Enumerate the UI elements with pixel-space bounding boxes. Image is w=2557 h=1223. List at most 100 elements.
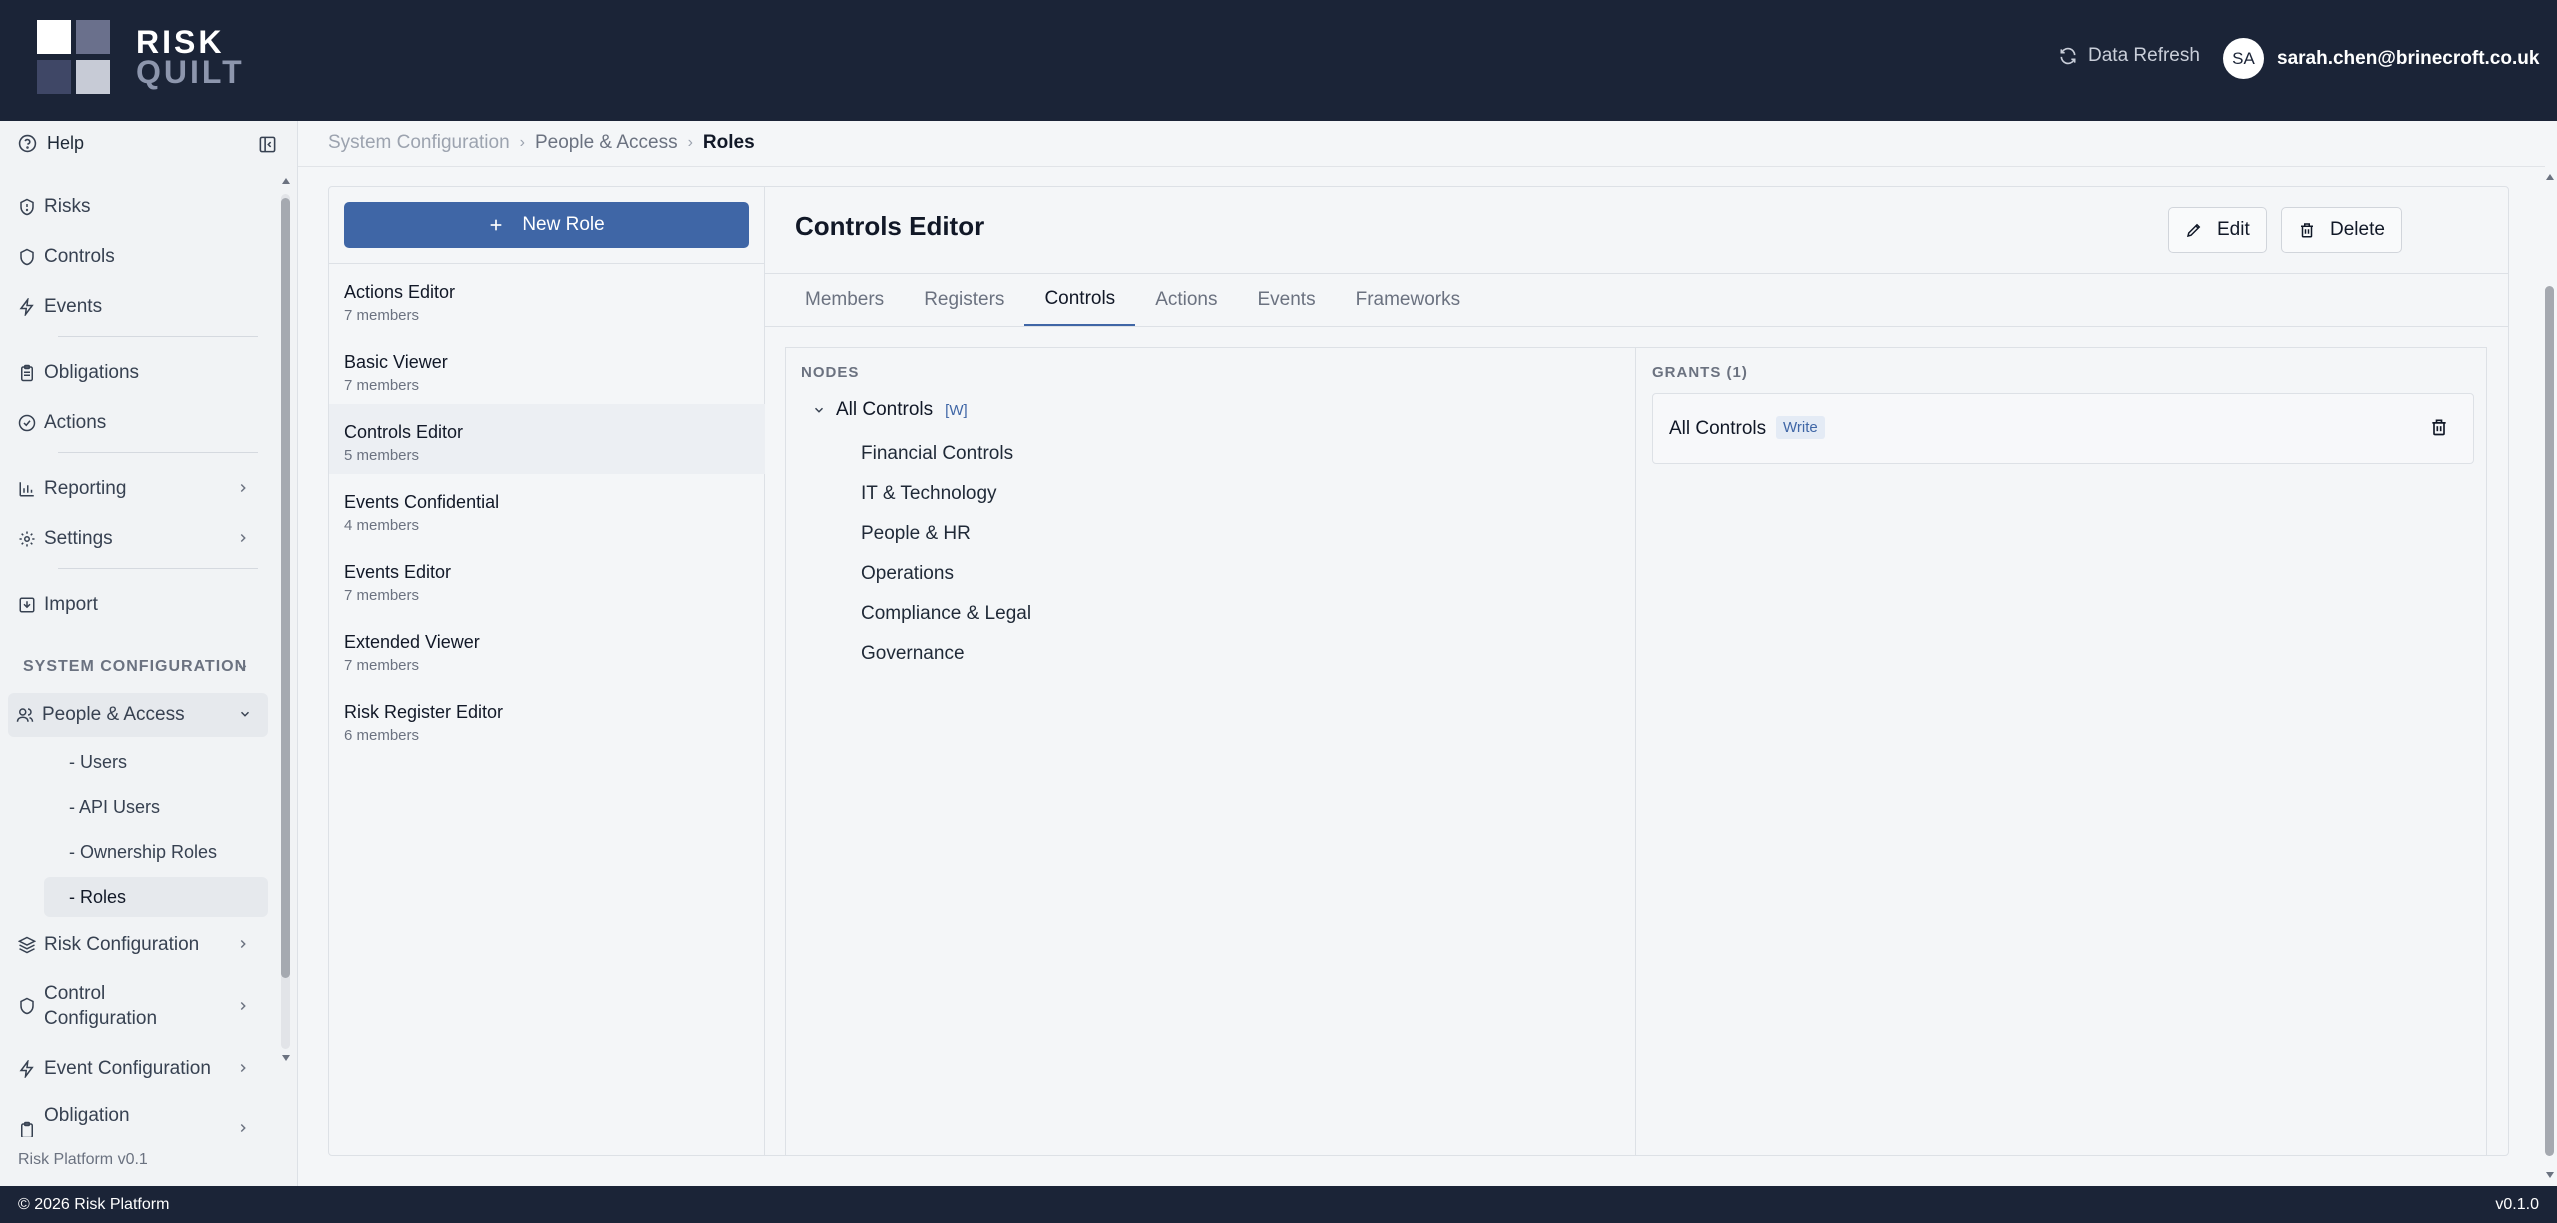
sidebar-item-control-configuration[interactable]: Control Configuration bbox=[10, 976, 266, 1036]
tree-node[interactable]: Governance bbox=[861, 643, 965, 665]
footer-bar: © 2026 Risk Platform v0.1.0 bbox=[0, 1186, 2557, 1223]
chevron-right-icon bbox=[240, 533, 246, 543]
role-list-item[interactable]: Extended Viewer 7 members bbox=[329, 614, 765, 684]
sidebar-scrollbar-thumb[interactable] bbox=[281, 198, 290, 978]
new-role-button[interactable]: New Role bbox=[344, 202, 749, 248]
grant-card: All Controls Write bbox=[1652, 393, 2474, 464]
help-link[interactable]: Help bbox=[18, 133, 84, 154]
chevron-down-icon[interactable] bbox=[236, 661, 249, 674]
tree-node[interactable]: IT & Technology bbox=[861, 483, 997, 505]
sidebar-item-label: Obligation bbox=[44, 1105, 130, 1126]
role-name: Events Confidential bbox=[344, 492, 500, 512]
role-list-item-selected[interactable]: Controls Editor 5 members bbox=[329, 404, 765, 474]
sidebar-subitem-api-users[interactable]: - API Users bbox=[44, 787, 268, 827]
bar-chart-icon bbox=[10, 480, 44, 498]
sidebar-item-event-configuration[interactable]: Event Configuration bbox=[10, 1047, 266, 1091]
breadcrumb-roles: Roles bbox=[702, 132, 755, 153]
tree-node[interactable]: Operations bbox=[861, 563, 954, 585]
sidebar-collapse-icon[interactable] bbox=[258, 135, 277, 159]
sidebar-item-label: People & Access bbox=[42, 704, 185, 725]
shield-icon bbox=[10, 248, 44, 266]
app-logo[interactable]: RISK QUILT bbox=[37, 20, 245, 94]
system-configuration-heading[interactable]: SYSTEM CONFIGURATION bbox=[23, 658, 247, 676]
sidebar-item-controls[interactable]: Controls bbox=[10, 235, 266, 279]
sidebar-item-label: Risks bbox=[44, 196, 91, 217]
tree-node[interactable]: Compliance & Legal bbox=[861, 603, 1031, 625]
chevron-right-icon bbox=[240, 1123, 246, 1133]
sidebar-item-label: Events bbox=[44, 296, 103, 317]
chevron-down-icon bbox=[240, 711, 250, 717]
main-scrollbar-thumb[interactable] bbox=[2545, 286, 2554, 1156]
sidebar-version: Risk Platform v0.1 bbox=[18, 1151, 148, 1168]
grant-level-badge: Write bbox=[1776, 416, 1825, 439]
copyright: © 2026 Risk Platform bbox=[18, 1195, 170, 1213]
trash-icon[interactable] bbox=[2429, 416, 2449, 438]
role-list-item[interactable]: Basic Viewer 7 members bbox=[329, 334, 765, 404]
scroll-down-icon[interactable] bbox=[2545, 1170, 2555, 1180]
tree-node-all-controls[interactable]: All Controls [W] bbox=[812, 399, 968, 421]
sidebar-item-label: Controls bbox=[44, 246, 115, 267]
bolt-icon bbox=[10, 1060, 44, 1078]
sidebar-item-reporting[interactable]: Reporting bbox=[10, 467, 266, 511]
chevron-down-icon[interactable] bbox=[812, 403, 826, 417]
tab-frameworks[interactable]: Frameworks bbox=[1336, 274, 1481, 326]
plus-icon bbox=[490, 219, 502, 231]
tree-node[interactable]: Financial Controls bbox=[861, 443, 1013, 465]
roles-panel: New Role Actions Editor 7 members Basic … bbox=[328, 186, 2509, 1156]
sidebar-item-import[interactable]: Import bbox=[10, 583, 266, 627]
user-menu[interactable]: SA sarah.chen@brinecroft.co.uk bbox=[2223, 38, 2539, 79]
sidebar-subitem-roles[interactable]: - Roles bbox=[44, 877, 268, 917]
delete-button[interactable]: Delete bbox=[2281, 207, 2402, 253]
app-version: v0.1.0 bbox=[2495, 1195, 2539, 1213]
delete-label: Delete bbox=[2330, 219, 2385, 240]
role-list: New Role Actions Editor 7 members Basic … bbox=[329, 187, 765, 1155]
tab-controls[interactable]: Controls bbox=[1024, 274, 1136, 326]
breadcrumb-system-configuration[interactable]: System Configuration bbox=[328, 132, 510, 154]
sidebar-item-obligations[interactable]: Obligations bbox=[10, 351, 266, 395]
grant-name: All Controls bbox=[1669, 418, 1767, 439]
role-member-count: 7 members bbox=[344, 377, 420, 394]
main-scrollbar[interactable] bbox=[2543, 166, 2557, 1186]
sidebar-item-label: Obligations bbox=[44, 362, 140, 383]
bolt-icon bbox=[10, 298, 44, 316]
avatar: SA bbox=[2223, 38, 2264, 79]
role-tabs: Members Registers Controls Actions Event… bbox=[785, 274, 1480, 326]
sidebar-item-obligation-configuration[interactable]: Obligation bbox=[10, 1097, 266, 1137]
logo-text-risk: RISK bbox=[136, 24, 225, 60]
sidebar-item-actions[interactable]: Actions bbox=[10, 401, 266, 445]
data-refresh-button[interactable]: Data Refresh bbox=[2058, 45, 2200, 67]
scroll-up-icon[interactable] bbox=[2545, 172, 2555, 182]
chevron-right-icon bbox=[240, 1063, 246, 1073]
sidebar-subitem-users[interactable]: - Users bbox=[44, 742, 268, 782]
tab-registers[interactable]: Registers bbox=[904, 274, 1024, 326]
role-detail: Controls Editor Edit Delete Members Regi… bbox=[765, 187, 2508, 1156]
sidebar-item-settings[interactable]: Settings bbox=[10, 517, 266, 561]
scroll-up-icon[interactable] bbox=[281, 176, 291, 186]
role-list-item[interactable]: Events Confidential 4 members bbox=[329, 474, 765, 544]
role-list-item[interactable]: Risk Register Editor 6 members bbox=[329, 684, 765, 754]
tab-actions[interactable]: Actions bbox=[1135, 274, 1237, 326]
sidebar-item-risk-configuration[interactable]: Risk Configuration bbox=[10, 923, 266, 967]
tree-node[interactable]: People & HR bbox=[861, 523, 971, 545]
role-member-count: 5 members bbox=[344, 447, 420, 464]
nodes-heading: NODES bbox=[801, 364, 860, 381]
edit-button[interactable]: Edit bbox=[2168, 207, 2267, 253]
import-icon bbox=[10, 596, 44, 614]
sidebar-item-label: Event Configuration bbox=[44, 1058, 211, 1079]
role-list-item[interactable]: Events Editor 7 members bbox=[329, 544, 765, 614]
role-list-item[interactable]: Actions Editor 7 members bbox=[329, 264, 765, 334]
scroll-down-icon[interactable] bbox=[281, 1053, 291, 1063]
sidebar-scrollbar[interactable] bbox=[280, 176, 291, 1076]
sidebar-divider bbox=[58, 452, 258, 453]
breadcrumb-people-access[interactable]: People & Access bbox=[535, 132, 678, 154]
sidebar-item-people-access[interactable]: People & Access bbox=[8, 693, 268, 737]
role-member-count: 6 members bbox=[344, 727, 420, 744]
sidebar-subitem-ownership-roles[interactable]: - Ownership Roles bbox=[44, 832, 268, 872]
tab-members[interactable]: Members bbox=[785, 274, 904, 326]
tab-events[interactable]: Events bbox=[1238, 274, 1336, 326]
edit-label: Edit bbox=[2217, 219, 2250, 240]
sidebar-item-risks[interactable]: Risks bbox=[10, 185, 266, 229]
sidebar-divider bbox=[58, 568, 258, 569]
sidebar-item-events[interactable]: Events bbox=[10, 285, 266, 329]
breadcrumb: System Configuration › People & Access ›… bbox=[328, 132, 755, 154]
